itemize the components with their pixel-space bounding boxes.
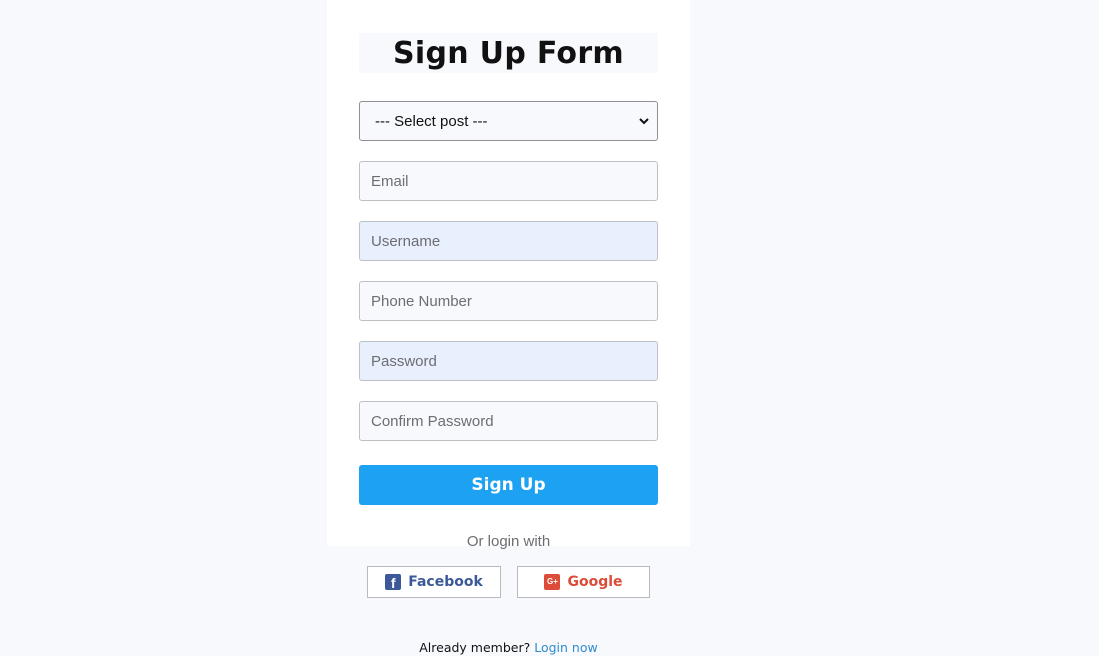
login-now-link[interactable]: Login now [534, 640, 598, 655]
phone-number-field[interactable] [359, 281, 658, 321]
email-field[interactable] [359, 161, 658, 201]
confirm-password-field[interactable] [359, 401, 658, 441]
post-select-value: --- Select post --- [375, 112, 488, 130]
already-member-text: Already member? [419, 640, 531, 655]
google-plus-icon: G+ [544, 574, 561, 590]
facebook-label: Facebook [408, 574, 483, 590]
already-member-line: Already member? Login now [359, 639, 658, 656]
signup-button[interactable]: Sign Up [359, 465, 658, 505]
or-login-label: Or login with [466, 533, 551, 550]
facebook-icon: f [385, 574, 402, 590]
form-title: Sign Up Form [393, 35, 624, 71]
post-select[interactable]: --- Select post --- [359, 101, 658, 141]
username-field[interactable] [359, 221, 658, 261]
facebook-login-button[interactable]: f Facebook [367, 566, 501, 598]
form-header: Sign Up Form [359, 33, 658, 73]
password-field[interactable] [359, 341, 658, 381]
chevron-down-icon [639, 116, 649, 126]
google-login-button[interactable]: G+ Google [517, 566, 650, 598]
google-label: Google [567, 574, 623, 590]
